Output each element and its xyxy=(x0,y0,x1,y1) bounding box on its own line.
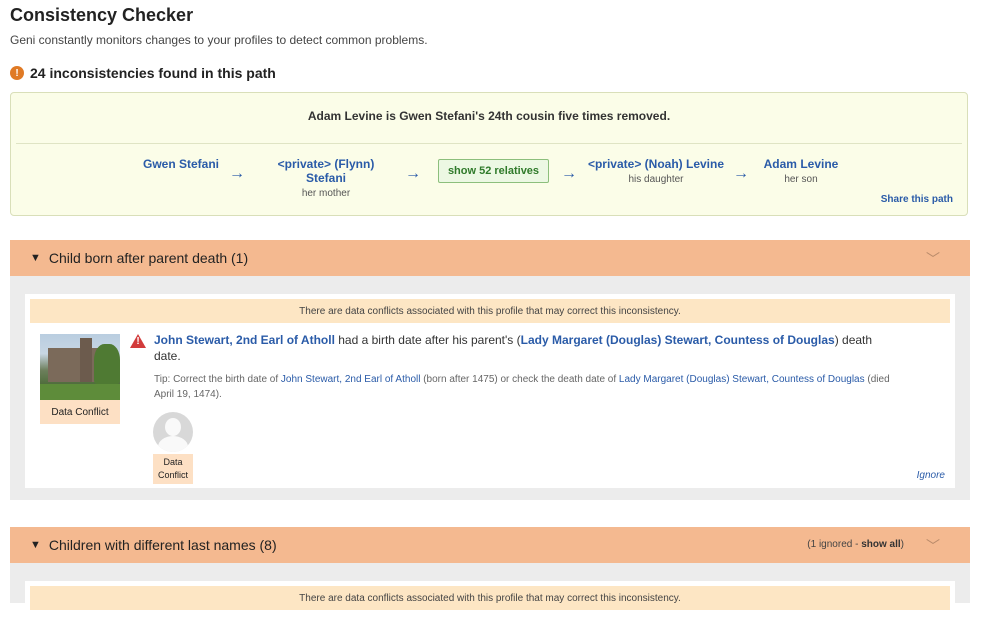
person-name-link[interactable]: Gwen Stefani xyxy=(131,157,231,171)
person-name-link[interactable]: <private> (Noah) Levine xyxy=(586,157,726,171)
tip-parent-link[interactable]: Lady Margaret (Douglas) Stewart, Countes… xyxy=(619,374,865,385)
tip-mid: (born after 1475) or check the death dat… xyxy=(420,374,619,385)
path-person-3: <private> (Noah) Levine his daughter xyxy=(586,157,726,185)
avatar-head xyxy=(165,418,181,436)
avatar-shoulders xyxy=(158,436,188,452)
page-title: Consistency Checker xyxy=(10,5,194,25)
section-title: Children with different last names (8) xyxy=(48,537,277,553)
inconsistency-card: There are data conflicts associated with… xyxy=(25,294,955,488)
message-text: had a birth date after his parent's ( xyxy=(334,333,521,347)
show-relatives-button[interactable]: show 52 relatives xyxy=(438,159,549,183)
photo-grass xyxy=(40,384,120,400)
expand-triangle-icon: ▼ xyxy=(30,252,41,264)
section-body: There are data conflicts associated with… xyxy=(10,276,970,500)
section-header-children-different-last-names[interactable]: ▼ Children with different last names (8)… xyxy=(10,527,970,563)
inconsistency-count: 24 inconsistencies found in this path xyxy=(30,65,276,81)
page-subtitle: Geni constantly monitors changes to your… xyxy=(10,33,428,47)
relationship-path-box: Adam Levine is Gwen Stefani's 24th cousi… xyxy=(10,92,968,216)
chevron-down-icon[interactable]: ﹀ xyxy=(926,249,940,269)
person-name-link[interactable]: <private> (Flynn) Stefani xyxy=(256,157,396,185)
tip-prefix: Tip: Correct the birth date of xyxy=(154,374,281,385)
inconsistency-message: John Stewart, 2nd Earl of Atholl had a b… xyxy=(154,332,894,364)
share-path-link[interactable]: Share this path xyxy=(881,194,953,205)
arrow-right-icon: → xyxy=(405,165,421,182)
data-conflict-notice: There are data conflicts associated with… xyxy=(30,586,950,610)
ignored-close: ) xyxy=(900,539,904,550)
ignore-link[interactable]: Ignore xyxy=(917,470,945,481)
data-conflict-notice: There are data conflicts associated with… xyxy=(30,299,950,323)
path-person-2: <private> (Flynn) Stefani her mother xyxy=(256,157,396,199)
path-divider xyxy=(16,143,962,144)
person-name-link[interactable]: Adam Levine xyxy=(756,157,846,171)
photo-tree xyxy=(94,344,120,384)
warning-icon: ! xyxy=(10,66,24,80)
subject-profile-link[interactable]: John Stewart, 2nd Earl of Atholl xyxy=(154,333,335,347)
path-person-4: Adam Levine her son xyxy=(756,157,846,185)
ignored-summary: (1 ignored - show all) xyxy=(807,539,904,550)
avatar[interactable] xyxy=(153,412,193,452)
parent-profile-link[interactable]: Lady Margaret (Douglas) Stewart, Countes… xyxy=(521,333,835,347)
expand-triangle-icon: ▼ xyxy=(30,539,41,551)
person-relation: his daughter xyxy=(628,174,684,185)
section-header-child-born-after-death[interactable]: ▼ Child born after parent death (1) ﹀ xyxy=(10,240,970,276)
inconsistency-card: There are data conflicts associated with… xyxy=(25,581,955,621)
path-headline: Adam Levine is Gwen Stefani's 24th cousi… xyxy=(307,109,671,123)
tip-text: Tip: Correct the birth date of John Stew… xyxy=(154,372,894,402)
ignored-count: (1 ignored - xyxy=(807,539,862,550)
chevron-down-icon[interactable]: ﹀ xyxy=(926,536,940,556)
data-conflict-badge[interactable]: Data Conflict xyxy=(40,400,120,424)
profile-photo[interactable] xyxy=(40,334,120,400)
arrow-right-icon: → xyxy=(561,165,577,182)
arrow-right-icon: → xyxy=(733,165,749,182)
data-conflict-badge-small[interactable]: Data Conflict xyxy=(153,454,193,484)
section-body: There are data conflicts associated with… xyxy=(10,563,970,621)
person-relation: her son xyxy=(784,174,818,185)
path-person-1: Gwen Stefani xyxy=(131,157,231,174)
show-all-link[interactable]: show all xyxy=(861,539,900,550)
section-title: Child born after parent death (1) xyxy=(48,250,249,266)
alert-exclamation: ! xyxy=(136,336,140,347)
tip-subject-link[interactable]: John Stewart, 2nd Earl of Atholl xyxy=(281,374,421,385)
photo-tower xyxy=(80,338,92,382)
arrow-right-icon: → xyxy=(229,165,245,182)
person-relation: her mother xyxy=(301,188,351,199)
inconsistency-count-row: ! 24 inconsistencies found in this path xyxy=(10,65,276,81)
